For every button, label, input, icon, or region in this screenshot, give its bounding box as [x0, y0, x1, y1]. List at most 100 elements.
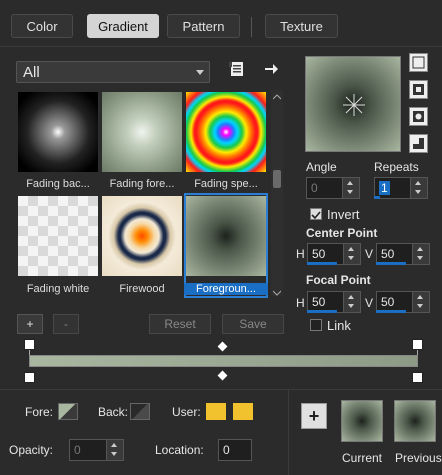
center-h-level-bar — [307, 262, 337, 265]
bottom-divider — [288, 389, 289, 475]
rectangular-type-button[interactable] — [409, 80, 428, 99]
add-to-user-button[interactable]: + — [301, 403, 327, 429]
gradient-thumb-fading-foreground[interactable] — [102, 92, 182, 172]
link-checkbox[interactable] — [310, 319, 322, 331]
focal-h-level-bar — [307, 310, 337, 313]
color-stop-right[interactable] — [412, 372, 423, 383]
arrow-right-icon[interactable] — [263, 61, 279, 77]
tab-texture[interactable]: Texture — [265, 14, 338, 38]
radial-type-button[interactable] — [409, 107, 428, 126]
chevron-down-icon — [196, 70, 204, 75]
tab-color-label: Color — [26, 18, 58, 34]
gradient-label: Fading white — [26, 283, 90, 295]
focal-v-level-bar — [376, 310, 406, 313]
remove-stop-button[interactable]: - — [53, 314, 79, 334]
gradient-label: Foregroun... — [184, 283, 268, 295]
focal-h-spin-buttons[interactable] — [343, 292, 360, 312]
repeats-spinner[interactable]: 1 — [374, 177, 428, 199]
center-v-spin-buttons[interactable] — [412, 244, 429, 264]
opacity-value: 0 — [74, 443, 81, 457]
spin-up-icon — [415, 181, 421, 185]
scroll-down-icon[interactable] — [272, 286, 282, 296]
focal-v-value: 50 — [381, 295, 395, 309]
gradient-thumb-fading-white[interactable] — [18, 196, 98, 276]
library-menu-icon[interactable] — [229, 61, 245, 77]
gradient-thumb-firewood[interactable] — [102, 196, 182, 276]
user-swatch-2[interactable] — [233, 403, 253, 420]
center-v-level-bar — [376, 262, 406, 265]
remove-stop-label: - — [64, 317, 68, 331]
gradient-list-scrollbar[interactable] — [271, 90, 283, 296]
save-label: Save — [239, 317, 267, 331]
current-gradient-swatch[interactable] — [341, 400, 383, 442]
invert-label: Invert — [327, 207, 360, 222]
center-v-label: V — [365, 247, 374, 261]
save-button[interactable]: Save — [222, 314, 284, 334]
opacity-midpoint-handle[interactable] — [217, 341, 228, 352]
gradient-label: Fading fore... — [109, 178, 175, 190]
add-stop-label: + — [26, 317, 34, 331]
reset-label: Reset — [164, 317, 196, 331]
current-label: Current — [342, 451, 383, 465]
center-h-spin-buttons[interactable] — [343, 244, 360, 264]
spin-up-icon — [417, 247, 423, 251]
repeats-spin-buttons[interactable] — [410, 178, 427, 198]
spin-up-icon — [111, 443, 117, 447]
angle-spin-buttons[interactable] — [342, 178, 359, 198]
user-swatch-1[interactable] — [206, 403, 226, 420]
fore-swatch[interactable] — [58, 403, 78, 420]
opacity-spin-buttons[interactable] — [106, 440, 123, 460]
category-dropdown[interactable]: All — [16, 61, 210, 83]
tab-gradient[interactable]: Gradient — [87, 14, 159, 38]
opacity-spinner[interactable]: 0 — [69, 439, 124, 461]
spin-up-icon — [417, 295, 423, 299]
fore-label: Fore: — [25, 405, 54, 419]
spin-down-icon — [415, 190, 421, 194]
gradient-editor-bar[interactable] — [29, 355, 418, 367]
scroll-thumb[interactable] — [273, 170, 281, 188]
gradient-thumb-fading-spectrum[interactable] — [186, 92, 266, 172]
previous-label: Previous — [395, 451, 442, 465]
spin-down-icon — [111, 452, 117, 456]
gradient-thumb-fading-background[interactable] — [18, 92, 98, 172]
repeats-level-bar — [374, 196, 380, 199]
color-stop-left[interactable] — [24, 372, 35, 383]
center-h-value: 50 — [312, 247, 326, 261]
tab-texture-label: Texture — [280, 18, 323, 34]
location-field[interactable]: 0 — [218, 439, 252, 461]
color-midpoint-handle[interactable] — [217, 370, 228, 381]
tab-pattern[interactable]: Pattern — [167, 14, 240, 38]
location-label: Location: — [155, 443, 204, 457]
spin-up-icon — [348, 295, 354, 299]
spin-down-icon — [348, 256, 354, 260]
opacity-label: Opacity: — [9, 443, 54, 457]
scroll-up-icon[interactable] — [272, 90, 282, 100]
center-point-label: Center Point — [306, 226, 378, 240]
focal-v-label: V — [365, 296, 374, 310]
sunburst-type-button[interactable] — [409, 134, 428, 153]
category-value: All — [23, 64, 40, 81]
focal-point-label: Focal Point — [306, 273, 371, 287]
opacity-stop-right[interactable] — [412, 339, 423, 350]
tab-color[interactable]: Color — [11, 14, 73, 38]
focal-h-value: 50 — [312, 295, 326, 309]
focal-v-spin-buttons[interactable] — [412, 292, 429, 312]
add-stop-button[interactable]: + — [17, 314, 43, 334]
gradient-label: Firewood — [119, 283, 165, 295]
gradient-preview[interactable] — [305, 56, 401, 152]
tab-gradient-label: Gradient — [98, 18, 148, 34]
spin-down-icon — [417, 304, 423, 308]
reset-button[interactable]: Reset — [149, 314, 211, 334]
editor-divider — [0, 389, 442, 390]
invert-checkbox[interactable] — [310, 208, 322, 220]
linear-type-button[interactable] — [409, 53, 428, 72]
back-swatch[interactable] — [130, 403, 150, 420]
spin-down-icon — [347, 190, 353, 194]
angle-spinner[interactable]: 0 — [306, 177, 360, 199]
opacity-stop-left[interactable] — [24, 339, 35, 350]
angle-label-text: Angle — [306, 160, 337, 174]
location-value: 0 — [223, 443, 230, 457]
previous-gradient-swatch[interactable] — [394, 400, 436, 442]
spin-down-icon — [417, 256, 423, 260]
spin-down-icon — [348, 304, 354, 308]
